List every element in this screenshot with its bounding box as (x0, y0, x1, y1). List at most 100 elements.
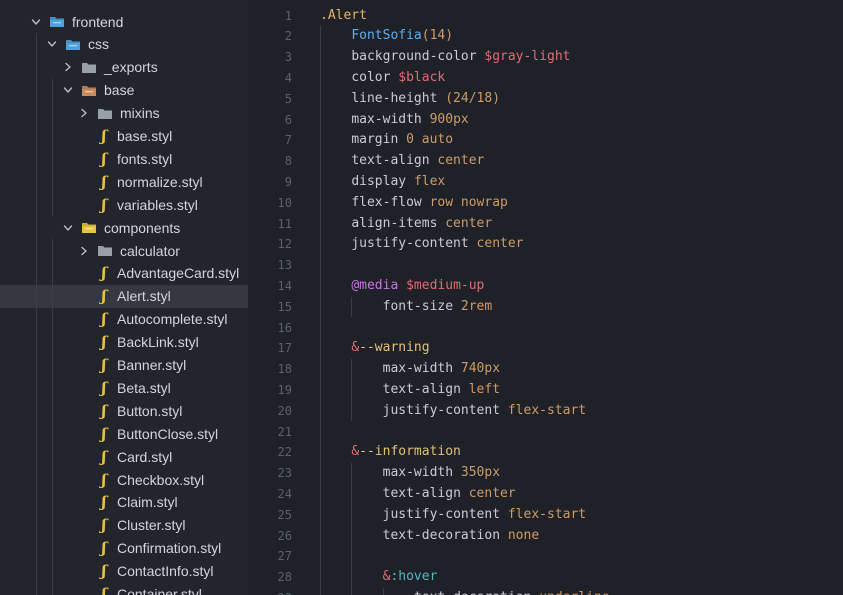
chevron-down-icon[interactable] (30, 16, 42, 28)
tree-file-item[interactable]: ʃ Beta.styl (0, 376, 248, 399)
code-line[interactable]: 16 (248, 318, 843, 339)
tree-file-item[interactable]: ʃ Claim.styl (0, 491, 248, 514)
code-line[interactable]: 26 text-decoration none (248, 526, 843, 547)
code-line[interactable]: 23 max-width 350px (248, 463, 843, 484)
stylus-file-icon: ʃ (101, 470, 107, 489)
code-text: margin 0 auto (351, 130, 453, 151)
code-token: & (351, 340, 360, 356)
code-line[interactable]: 20 justify-content flex-start (248, 401, 843, 422)
line-number: 14 (277, 278, 292, 293)
code-token: $black (398, 69, 446, 85)
code-line[interactable]: 5 line-height (24/18) (248, 89, 843, 110)
stylus-file-icon: ʃ (101, 401, 107, 420)
code-line[interactable]: 6 max-width 900px (248, 110, 843, 131)
code-line[interactable]: 1 .Alert (248, 6, 843, 27)
line-number: 13 (277, 258, 292, 273)
tree-folder-item[interactable]: base (0, 79, 248, 102)
code-line[interactable]: 7 margin 0 auto (248, 130, 843, 151)
code-token: text-align (382, 485, 469, 501)
code-token: text-align (382, 381, 469, 397)
code-line[interactable]: 21 (248, 422, 843, 443)
code-text: text-decoration none (383, 526, 540, 547)
tree-item-label: components (104, 219, 181, 236)
folder-gray-icon (97, 244, 113, 258)
tree-file-item[interactable]: ʃ normalize.styl (0, 170, 248, 193)
code-token: flex-flow (351, 194, 430, 210)
chevron-right-icon[interactable] (78, 107, 90, 119)
code-line[interactable]: 12 justify-content center (248, 234, 843, 255)
indent-guide (36, 32, 37, 595)
code-token: center (476, 236, 524, 252)
code-line[interactable]: 9 display flex (248, 172, 843, 193)
tree-item-label: mixins (120, 105, 160, 122)
code-line[interactable]: 3 background-color $gray-light (248, 47, 843, 68)
code-text: max-width 350px (383, 463, 500, 484)
tree-file-item[interactable]: ʃ ContactInfo.styl (0, 560, 248, 583)
indent-guide (351, 296, 353, 318)
tree-file-item[interactable]: ʃ Container.styl (0, 583, 248, 595)
code-token: justify-content (382, 402, 508, 418)
line-number: 17 (277, 341, 292, 356)
tree-folder-item[interactable]: _exports (0, 56, 248, 79)
tree-folder-item[interactable]: mixins (0, 102, 248, 125)
code-text: @media $medium-up (351, 276, 484, 297)
code-text: align-items center (351, 214, 492, 235)
tree-file-item[interactable]: ʃ Cluster.styl (0, 514, 248, 537)
code-line[interactable]: 18 max-width 740px (248, 359, 843, 380)
code-line[interactable]: 27 (248, 546, 843, 567)
code-line[interactable]: 15 font-size 2rem (248, 297, 843, 318)
tree-file-item[interactable]: ʃ Autocomplete.styl (0, 308, 248, 331)
code-line[interactable]: 29 text-decoration underline (248, 588, 843, 595)
line-number: 19 (277, 382, 292, 397)
chevron-down-icon[interactable] (62, 84, 74, 96)
code-line[interactable]: 14 @media $medium-up (248, 276, 843, 297)
tree-file-item[interactable]: ʃ BackLink.styl (0, 331, 248, 354)
code-text: text-align center (351, 151, 484, 172)
code-line[interactable]: 2 FontSofia(14) (248, 26, 843, 47)
code-token: @media (351, 277, 407, 293)
tree-file-item[interactable]: ʃ Checkbox.styl (0, 468, 248, 491)
code-line[interactable]: 25 justify-content flex-start (248, 505, 843, 526)
code-line[interactable]: 10 flex-flow row nowrap (248, 193, 843, 214)
indent-guide (320, 26, 321, 595)
tree-file-item[interactable]: ʃ Banner.styl (0, 354, 248, 377)
chevron-right-icon[interactable] (78, 245, 90, 257)
code-line[interactable]: 13 (248, 255, 843, 276)
tree-file-item[interactable]: ʃ Button.styl (0, 399, 248, 422)
code-line[interactable]: 17 &--warning (248, 338, 843, 359)
code-line[interactable]: 4 color $black (248, 68, 843, 89)
chevron-right-icon[interactable] (62, 61, 74, 73)
tree-file-item[interactable]: ʃ Card.styl (0, 445, 248, 468)
chevron-down-icon[interactable] (46, 38, 58, 50)
code-editor[interactable]: 1 .Alert 2 FontSofia(14) 3 background-color $… (248, 0, 843, 595)
stylus-file-icon: ʃ (101, 264, 107, 283)
tree-folder-item[interactable]: components (0, 216, 248, 239)
tree-item-label: _exports (104, 59, 158, 76)
code-line[interactable]: 28 &:hover (248, 567, 843, 588)
code-line[interactable]: 11 align-items center (248, 214, 843, 235)
code-line[interactable]: 22 &--information (248, 442, 843, 463)
indent-guide (351, 359, 353, 422)
tree-file-item[interactable]: ʃ base.styl (0, 125, 248, 148)
tree-file-item[interactable]: ʃ fonts.styl (0, 147, 248, 170)
tree-file-item[interactable]: ʃ Confirmation.styl (0, 537, 248, 560)
tree-file-item[interactable]: ʃ ButtonClose.styl (0, 422, 248, 445)
folder-blue-icon (65, 37, 81, 51)
code-token: center (468, 485, 516, 501)
code-line[interactable]: 19 text-align left (248, 380, 843, 401)
tree-file-item[interactable]: ʃ Alert.styl (0, 284, 248, 308)
tree-folder-item[interactable]: frontend (0, 10, 248, 33)
code-line[interactable]: 24 text-align center (248, 484, 843, 505)
line-number: 2 (284, 29, 292, 44)
tree-folder-item[interactable]: css (0, 33, 248, 56)
tree-file-item[interactable]: ʃ variables.styl (0, 193, 248, 216)
tree-folder-item[interactable]: calculator (0, 239, 248, 262)
indent-guide (382, 587, 384, 595)
chevron-down-icon[interactable] (62, 222, 74, 234)
code-line[interactable]: 8 text-align center (248, 151, 843, 172)
folder-blue-icon (49, 15, 65, 29)
tree-file-item[interactable]: ʃ AdvantageCard.styl (0, 262, 248, 285)
